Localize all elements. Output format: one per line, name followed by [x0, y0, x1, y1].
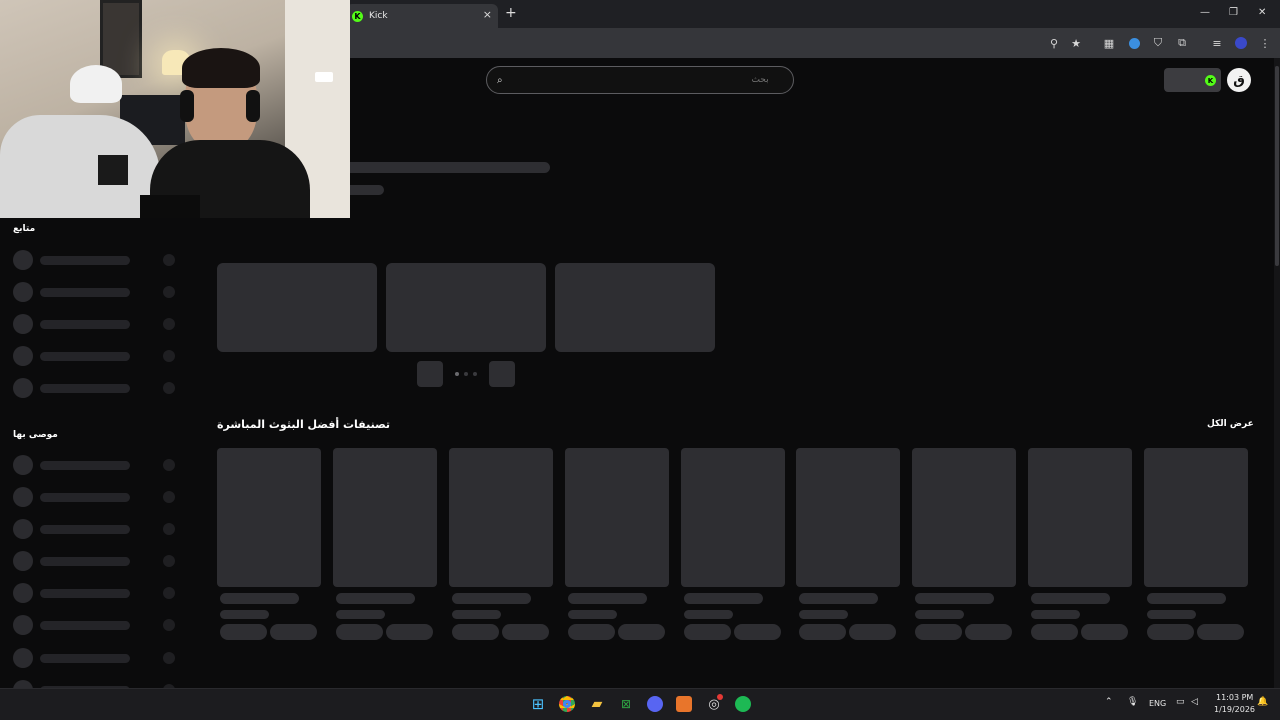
categories-row — [217, 448, 1248, 640]
extension-circle-icon[interactable] — [1126, 35, 1142, 51]
carousel-dot[interactable] — [473, 372, 477, 376]
clock-date[interactable]: 1/19/2026 — [1214, 705, 1255, 714]
featured-card[interactable] — [217, 263, 377, 352]
carousel-dot[interactable] — [464, 372, 468, 376]
white-cap-image — [70, 65, 122, 103]
following-item[interactable] — [13, 282, 178, 302]
search-input[interactable] — [508, 75, 769, 85]
kick-badge-icon: K — [1205, 75, 1216, 86]
recommended-item[interactable] — [13, 583, 178, 603]
network-icon[interactable]: ▭ — [1176, 697, 1185, 707]
new-tab-button[interactable]: + — [505, 5, 517, 21]
hero-title-skeleton — [330, 162, 550, 173]
view-all-link[interactable]: عرض الكل — [1207, 419, 1254, 429]
category-card[interactable] — [333, 448, 437, 640]
profile-avatar-icon[interactable] — [1233, 35, 1249, 51]
minimize-button[interactable]: — — [1200, 7, 1210, 18]
site-logo[interactable]: ق — [1227, 68, 1251, 92]
spotify-icon[interactable] — [733, 694, 753, 714]
microphone-icon[interactable]: 🎙 — [1127, 697, 1138, 707]
tab-title: Kick — [369, 11, 388, 21]
tray-chevron-icon[interactable]: ⌃ — [1105, 697, 1113, 707]
featured-card[interactable] — [386, 263, 546, 352]
app-orange-icon[interactable] — [674, 694, 694, 714]
shield-icon[interactable]: ⛉ — [1150, 35, 1166, 51]
notification-badge-icon — [717, 694, 723, 700]
language-indicator[interactable]: ENG — [1149, 699, 1166, 708]
category-card[interactable] — [565, 448, 669, 640]
recommended-item[interactable] — [13, 615, 178, 635]
category-card[interactable] — [1144, 448, 1248, 640]
media-control-icon[interactable]: ≡ — [1209, 35, 1225, 51]
recommended-item[interactable] — [13, 551, 178, 571]
category-card[interactable] — [1028, 448, 1132, 640]
close-window-button[interactable]: ✕ — [1258, 7, 1266, 18]
following-item[interactable] — [13, 378, 178, 398]
search-bar[interactable]: ⌕ — [486, 66, 794, 94]
discord-icon[interactable] — [645, 694, 665, 714]
bookmark-star-icon[interactable]: ★ — [1068, 35, 1084, 51]
webcam-overlay — [0, 0, 350, 218]
following-title: متابع — [13, 224, 36, 234]
microphone-image — [140, 195, 200, 218]
volume-icon[interactable]: ◁ — [1191, 697, 1198, 707]
recommended-item[interactable] — [13, 487, 178, 507]
scrollbar-thumb[interactable] — [1275, 66, 1279, 266]
following-item[interactable] — [13, 346, 178, 366]
windows-taskbar — [0, 688, 1280, 720]
file-explorer-icon[interactable]: ▰ — [587, 694, 607, 714]
door-light-image — [315, 72, 333, 82]
tab-close-button[interactable]: × — [483, 8, 492, 21]
person-left-shirt-image — [0, 115, 160, 218]
hair-image — [182, 48, 260, 88]
categories-title: تصنيفات أفضل البثوث المباشرة — [217, 418, 391, 431]
windows-start-icon[interactable]: ⊞ — [528, 694, 548, 714]
following-item[interactable] — [13, 250, 178, 270]
search-icon: ⌕ — [497, 74, 503, 86]
recommended-item[interactable] — [13, 455, 178, 475]
clock-time[interactable]: 11:03 PM — [1216, 693, 1253, 702]
headphone-right-image — [246, 90, 260, 122]
carousel-dot[interactable] — [455, 372, 459, 376]
category-card[interactable] — [912, 448, 1016, 640]
recommended-title: موصى بها — [13, 430, 58, 440]
extensions-puzzle-icon[interactable]: ⧉ — [1174, 35, 1190, 51]
recommended-item[interactable] — [13, 680, 178, 688]
category-card[interactable] — [449, 448, 553, 640]
category-card[interactable] — [217, 448, 321, 640]
kick-favicon-icon: K — [352, 10, 363, 22]
category-card[interactable] — [681, 448, 785, 640]
zoom-icon[interactable]: ⚲ — [1046, 35, 1062, 51]
browser-tab-kick[interactable]: K Kick × — [346, 4, 498, 28]
restore-button[interactable]: ❐ — [1229, 7, 1238, 18]
chrome-icon[interactable] — [557, 694, 577, 714]
category-card[interactable] — [796, 448, 900, 640]
following-item[interactable] — [13, 314, 178, 334]
featured-card[interactable] — [555, 263, 715, 352]
extension-grid-icon[interactable]: ▦ — [1101, 35, 1117, 51]
shirt-print-image — [98, 155, 128, 185]
notifications-bell-icon[interactable]: 🔔 — [1257, 697, 1268, 707]
xbox-app-icon[interactable]: ⊠ — [616, 694, 636, 714]
carousel-prev-button[interactable] — [417, 361, 443, 387]
recommended-item[interactable] — [13, 648, 178, 668]
headphone-left-image — [180, 90, 194, 122]
carousel-next-button[interactable] — [489, 361, 515, 387]
menu-kebab-icon[interactable]: ⋮ — [1257, 35, 1273, 51]
recommended-item[interactable] — [13, 519, 178, 539]
